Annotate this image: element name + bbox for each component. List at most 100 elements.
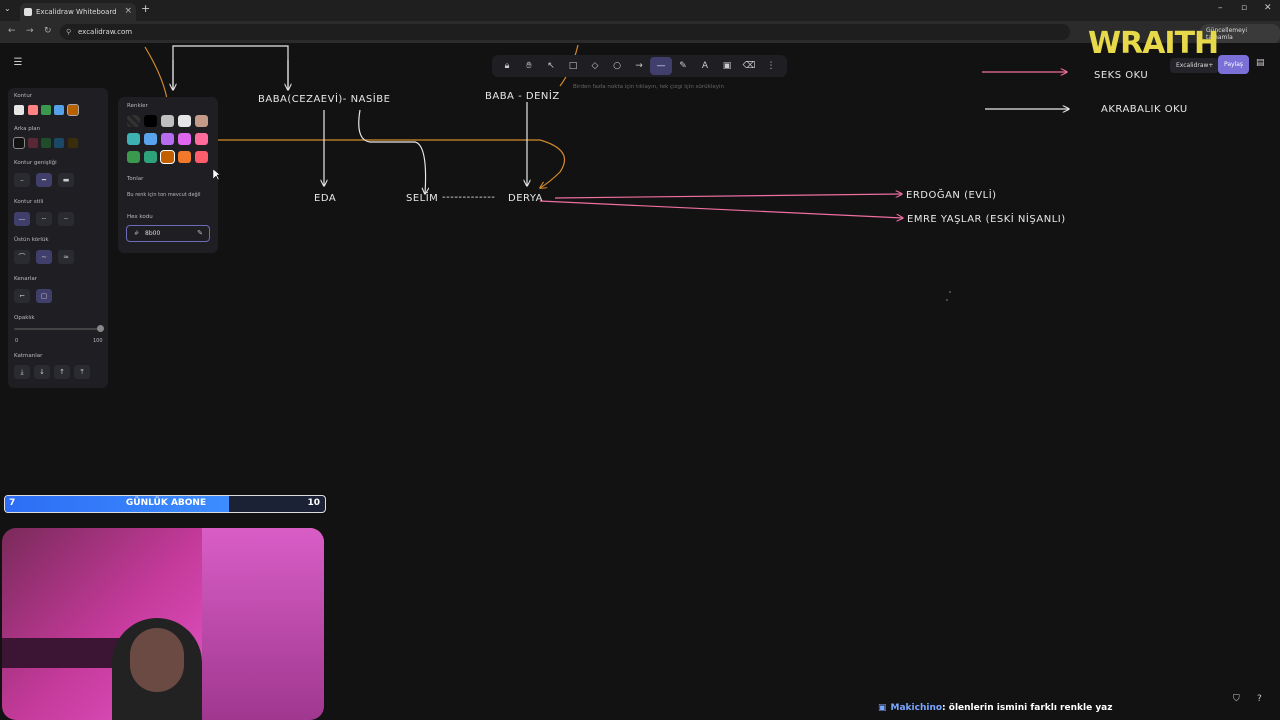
eraser-icon[interactable]: ⌫ bbox=[738, 57, 760, 75]
pencil-icon[interactable]: ✎ bbox=[672, 57, 694, 75]
label-erdogan: ERDOĞAN (EVLİ) bbox=[906, 188, 997, 201]
excalidraw-plus-button[interactable]: Excalidraw+ bbox=[1170, 58, 1220, 73]
orange-line-long bbox=[218, 139, 565, 188]
stroke-swatch[interactable] bbox=[28, 105, 38, 115]
color-swatch[interactable] bbox=[178, 133, 191, 145]
pink-arrow-erdogan bbox=[554, 194, 902, 199]
webcam-overlay bbox=[2, 528, 324, 720]
diamond-icon[interactable]: ◇ bbox=[584, 57, 606, 75]
lock-icon[interactable]: 🔒︎ bbox=[496, 57, 518, 75]
color-swatch[interactable] bbox=[195, 133, 208, 145]
more-icon[interactable]: ⋮ bbox=[760, 57, 782, 75]
sub-goal-target: 10 bbox=[307, 498, 320, 508]
select-icon[interactable]: ↖ bbox=[540, 57, 562, 75]
sloppiness-cartoonist[interactable]: ≈ bbox=[58, 250, 74, 264]
sloppiness-architect[interactable]: ⌒ bbox=[14, 250, 30, 264]
line-icon[interactable]: — bbox=[650, 57, 672, 75]
color-swatch[interactable] bbox=[127, 133, 140, 145]
color-swatch[interactable] bbox=[195, 151, 208, 163]
background-swatch[interactable] bbox=[41, 138, 51, 148]
color-swatch[interactable] bbox=[127, 151, 140, 163]
help-icon[interactable]: ? bbox=[1257, 694, 1262, 704]
color-picker-popover: Renkler Tonlar Bu renk için ton mevcut d… bbox=[118, 97, 218, 253]
color-swatch[interactable] bbox=[161, 115, 174, 127]
color-swatch[interactable] bbox=[161, 133, 174, 145]
eyedropper-icon[interactable]: ✎ bbox=[197, 229, 203, 237]
stroke-style-label: Kontur stili bbox=[14, 199, 44, 205]
stroke-width-bold[interactable]: ━ bbox=[36, 173, 52, 187]
hex-label: Hex kodu bbox=[127, 214, 153, 220]
stroke-swatch[interactable] bbox=[54, 105, 64, 115]
background-swatch[interactable] bbox=[28, 138, 38, 148]
bring-to-front-icon[interactable]: ⤒ bbox=[74, 365, 90, 379]
edges-sharp[interactable]: ⌐ bbox=[14, 289, 30, 303]
color-swatch[interactable] bbox=[195, 115, 208, 127]
ellipse-icon[interactable]: ○ bbox=[606, 57, 628, 75]
hex-input[interactable]: # 8b00 ✎ bbox=[126, 225, 210, 242]
stroke-swatch[interactable] bbox=[14, 105, 24, 115]
shield-icon[interactable]: ⛉ bbox=[1233, 694, 1240, 704]
webcam-wardrobe bbox=[202, 528, 324, 720]
opacity-slider[interactable] bbox=[14, 325, 104, 332]
color-swatch[interactable] bbox=[144, 151, 157, 163]
layers-label: Katmanlar bbox=[14, 353, 43, 359]
properties-panel: Kontur Arka plan Kontur genişliği – ━ ▬ … bbox=[8, 88, 108, 388]
sloppiness-artist[interactable]: ∼ bbox=[36, 250, 52, 264]
shape-toolbar: 🔒︎ ✋︎ ↖ □ ◇ ○ → — ✎ A ▣ ⌫ ⋮ bbox=[492, 55, 787, 77]
opacity-slider-knob[interactable] bbox=[97, 325, 104, 332]
mouse-cursor-icon bbox=[213, 169, 221, 181]
hash-symbol: # bbox=[134, 230, 140, 237]
color-swatch[interactable] bbox=[178, 115, 191, 127]
edges-label: Kenarlar bbox=[14, 276, 37, 282]
background-label: Arka plan bbox=[14, 126, 41, 132]
text-icon[interactable]: A bbox=[694, 57, 716, 75]
stray-dot bbox=[949, 291, 951, 293]
color-swatch-selected[interactable] bbox=[160, 150, 175, 164]
stroke-style-dotted[interactable]: ┈ bbox=[58, 212, 74, 226]
library-icon[interactable]: ▤ bbox=[1256, 58, 1265, 68]
rectangle-icon[interactable]: □ bbox=[562, 57, 584, 75]
opacity-max: 100 bbox=[93, 338, 103, 344]
hand-icon[interactable]: ✋︎ bbox=[518, 57, 540, 75]
stroke-swatch[interactable] bbox=[41, 105, 51, 115]
chat-badge-icon: ▣ bbox=[878, 703, 887, 713]
arrow-icon[interactable]: → bbox=[628, 57, 650, 75]
send-backward-icon[interactable]: ↓ bbox=[34, 365, 50, 379]
label-derya: DERYA bbox=[508, 193, 543, 204]
color-swatch[interactable] bbox=[144, 115, 157, 127]
stroke-style-solid[interactable]: — bbox=[14, 212, 30, 226]
send-to-back-icon[interactable]: ⤓ bbox=[14, 365, 30, 379]
stray-dot bbox=[946, 299, 948, 301]
bring-forward-icon[interactable]: ↑ bbox=[54, 365, 70, 379]
chat-message: ▣ Makichino: ölenlerin ismini farklı renk… bbox=[878, 703, 1113, 713]
stroke-style-dashed[interactable]: ┄ bbox=[36, 212, 52, 226]
tool-hint: Birden fazla nokta için tıklayın, tek çi… bbox=[573, 84, 725, 90]
arrow-to-selim bbox=[358, 109, 426, 194]
color-swatch-transparent[interactable] bbox=[127, 115, 140, 127]
chat-text: : ölenlerin ismini farklı renkle yaz bbox=[942, 703, 1113, 713]
colors-label: Renkler bbox=[127, 103, 148, 109]
edges-round[interactable]: ▢ bbox=[36, 289, 52, 303]
stroke-width-extra[interactable]: ▬ bbox=[58, 173, 74, 187]
color-swatch[interactable] bbox=[178, 151, 191, 163]
image-icon[interactable]: ▣ bbox=[716, 57, 738, 75]
legend-akrabalik-oku: AKRABALIK OKU bbox=[1101, 104, 1188, 115]
background-swatch[interactable] bbox=[54, 138, 64, 148]
stroke-width-label: Kontur genişliği bbox=[14, 160, 57, 166]
color-swatch[interactable] bbox=[144, 133, 157, 145]
main-menu-icon[interactable]: ☰ bbox=[10, 57, 26, 73]
label-selim: SELİM bbox=[406, 191, 438, 204]
stroke-label: Kontur bbox=[14, 93, 33, 99]
label-dashes: ------------- bbox=[442, 192, 495, 203]
stroke-swatch-selected[interactable] bbox=[67, 104, 79, 116]
opacity-min: 0 bbox=[15, 338, 19, 344]
no-shades-text: Bu renk için ton mevcut değil bbox=[127, 192, 201, 198]
webcam-face bbox=[130, 628, 184, 692]
background-swatch-selected[interactable] bbox=[13, 137, 25, 149]
wraith-logo: WRAITH bbox=[1088, 26, 1219, 61]
stroke-width-thin[interactable]: – bbox=[14, 173, 30, 187]
background-swatch[interactable] bbox=[68, 138, 78, 148]
sloppiness-label: Üstün körlük bbox=[14, 237, 49, 243]
label-baba-deniz: BABA - DENİZ bbox=[485, 89, 560, 102]
share-button[interactable]: Paylaş bbox=[1218, 55, 1250, 74]
